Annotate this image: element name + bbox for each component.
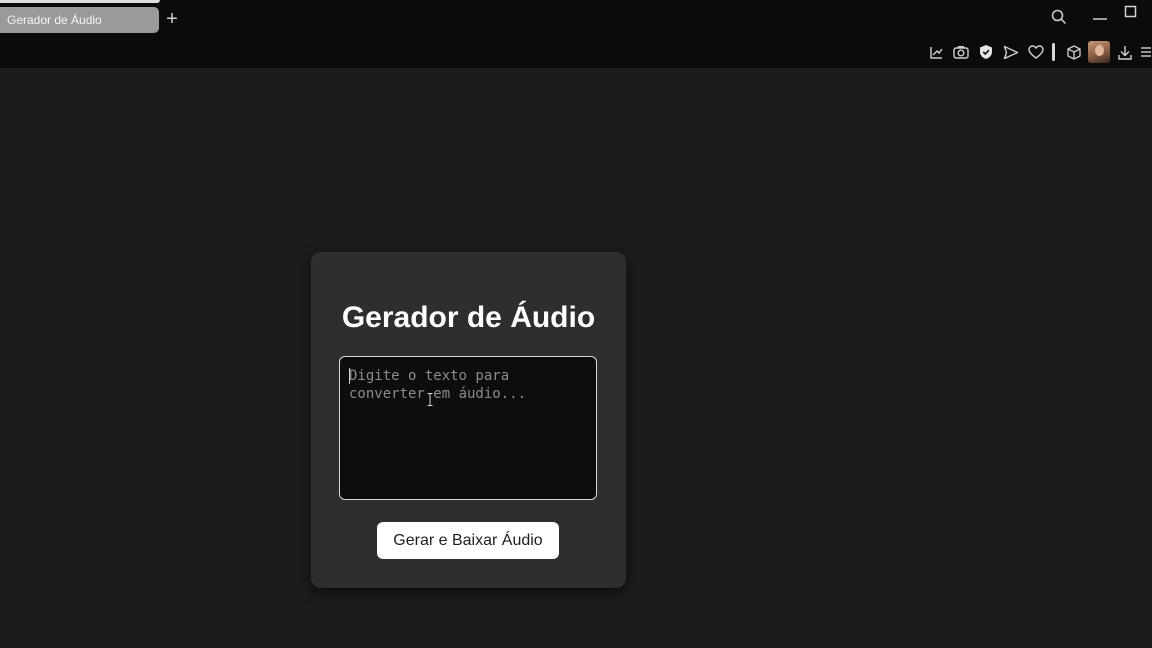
heart-icon[interactable] [1024, 40, 1048, 64]
shield-icon[interactable] [974, 40, 998, 64]
send-icon[interactable] [999, 40, 1023, 64]
tab-accent [0, 0, 160, 3]
cube-icon[interactable] [1062, 40, 1086, 64]
tab-title: Gerador de Áudio [7, 13, 102, 27]
browser-toolbar [923, 40, 1152, 64]
generate-download-button[interactable]: Gerar e Baixar Áudio [377, 522, 559, 559]
tab-active[interactable]: Gerador de Áudio [0, 7, 159, 33]
audio-generator-card: Gerador de Áudio Gerar e Baixar Áudio [311, 252, 626, 588]
maximize-icon[interactable] [1120, 1, 1142, 23]
download-icon[interactable] [1113, 40, 1137, 64]
page-title: Gerador de Áudio [341, 301, 596, 334]
new-tab-button[interactable]: + [163, 9, 181, 29]
browser-top-bar: Gerador de Áudio + [0, 0, 1152, 68]
camera-icon[interactable] [949, 40, 973, 64]
text-input[interactable] [339, 356, 597, 500]
text-caret [349, 368, 350, 384]
search-icon[interactable] [1048, 6, 1070, 28]
edit-chart-icon[interactable] [924, 40, 948, 64]
text-cursor-icon [427, 393, 433, 406]
menu-icon[interactable] [1138, 40, 1152, 64]
minimize-icon[interactable] [1089, 6, 1111, 28]
toolbar-divider [1052, 43, 1055, 61]
avatar[interactable] [1088, 41, 1110, 63]
